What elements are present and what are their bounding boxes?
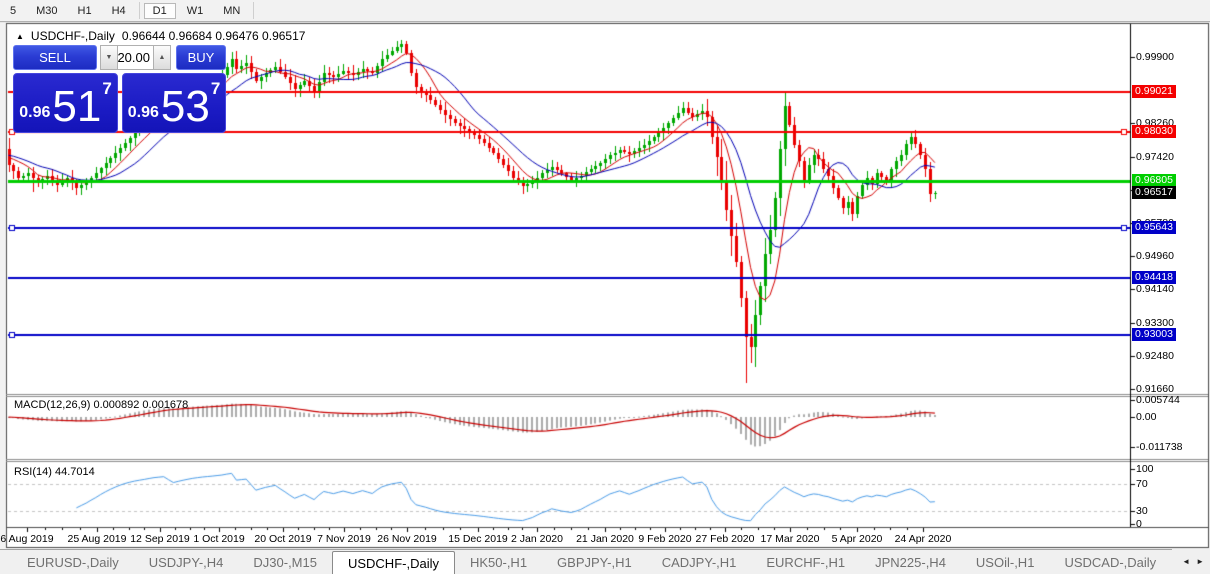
chart-tab-usdcad-daily[interactable]: USDCAD-,Daily xyxy=(1049,550,1171,574)
price-tick-label: 0.99900 xyxy=(1136,51,1174,63)
tab-scroll-arrows: ◄ ► xyxy=(1172,549,1210,574)
level-price-label[interactable]: 0.94418 xyxy=(1132,271,1176,284)
macd-scale-label: 0.005744 xyxy=(1136,394,1180,406)
date-tick-label: 9 Feb 2020 xyxy=(638,533,691,545)
chart-tab-bar: EURUSD-,DailyUSDJPY-,H4DJ30-,M15USDCHF-,… xyxy=(0,549,1210,574)
chart-tab-usoil-h1[interactable]: USOil-,H1 xyxy=(961,550,1050,574)
chart-tab-eurchf-h1[interactable]: EURCHF-,H1 xyxy=(751,550,860,574)
chart-tab-eurusd-daily[interactable]: EURUSD-,Daily xyxy=(12,550,134,574)
date-tick-label: 21 Jan 2020 xyxy=(576,533,634,545)
level-price-label[interactable]: 0.93003 xyxy=(1132,328,1176,341)
chart-title: USDCHF-,Daily xyxy=(31,29,115,43)
date-tick-label: 2 Jan 2020 xyxy=(511,533,563,545)
macd-scale-label: 0.00 xyxy=(1136,411,1156,423)
timeframe-button-W1[interactable]: W1 xyxy=(178,3,213,19)
price-tick-label: 0.97420 xyxy=(1136,151,1174,163)
date-tick-label: 7 Nov 2019 xyxy=(317,533,371,545)
timeframe-button-H4[interactable]: H4 xyxy=(103,3,135,19)
collapse-triangle-icon[interactable]: ▲ xyxy=(16,32,24,41)
chart-header: ▲ USDCHF-,Daily 0.96644 0.96684 0.96476 … xyxy=(16,29,305,43)
sell-price-big-digits: 51 xyxy=(52,89,101,125)
chart-ohlc-values: 0.96644 0.96684 0.96476 0.96517 xyxy=(122,29,306,43)
rsi-indicator-label: RSI(14) 44.7014 xyxy=(14,466,95,478)
date-tick-label: 5 Apr 2020 xyxy=(832,533,883,545)
volume-stepper: ▼ 20.00 ▲ xyxy=(100,45,171,70)
price-tick-label: 0.94960 xyxy=(1136,250,1174,262)
volume-increase-button[interactable]: ▲ xyxy=(153,45,171,70)
buy-price-prefix: 0.96 xyxy=(128,104,159,122)
date-tick-label: 12 Sep 2019 xyxy=(130,533,190,545)
date-tick-label: 27 Feb 2020 xyxy=(696,533,755,545)
timeframe-toolbar: 5M30H1H4 D1W1MN xyxy=(0,0,1210,21)
date-tick-label: 15 Dec 2019 xyxy=(448,533,508,545)
timeframe-button-D1[interactable]: D1 xyxy=(144,3,176,19)
sell-price-display[interactable]: 0.96 51 7 xyxy=(13,73,118,133)
timeframe-button-H1[interactable]: H1 xyxy=(69,3,101,19)
sell-button[interactable]: SELL xyxy=(13,45,97,70)
toolbar-separator xyxy=(253,2,254,19)
chart-tab-hk50-h1[interactable]: HK50-,H1 xyxy=(455,550,542,574)
tabs-scroll-left-icon[interactable]: ◄ xyxy=(1182,557,1190,566)
chart-tab-cadjpy-h1[interactable]: CADJPY-,H1 xyxy=(647,550,752,574)
level-price-label[interactable]: 0.95643 xyxy=(1132,221,1176,234)
macd-indicator-label: MACD(12,26,9) 0.000892 0.001678 xyxy=(14,399,188,411)
buy-price-big-digits: 53 xyxy=(161,89,210,125)
date-tick-label: 17 Mar 2020 xyxy=(761,533,820,545)
mt4-workspace: { "toolbar": { "items": ["5", "M30", "H1… xyxy=(0,0,1210,574)
rsi-scale-label: 0 xyxy=(1136,518,1142,530)
chart-tab-usdjpy-h4[interactable]: USDJPY-,H4 xyxy=(134,550,239,574)
current-price-label: 0.96517 xyxy=(1132,186,1176,199)
tabs-scroll-right-icon[interactable]: ► xyxy=(1196,557,1204,566)
buy-price-display[interactable]: 0.96 53 7 xyxy=(122,73,226,133)
buy-price-pip-digit: 7 xyxy=(211,79,220,99)
volume-input[interactable]: 20.00 xyxy=(118,45,153,70)
chart-tab-gbpjpy-h1[interactable]: GBPJPY-,H1 xyxy=(542,550,647,574)
buy-button[interactable]: BUY xyxy=(176,45,226,70)
timeframe-button-5[interactable]: 5 xyxy=(1,3,25,19)
level-price-label[interactable]: 0.98030 xyxy=(1132,125,1176,138)
chart-tab-dj30-m15[interactable]: DJ30-,M15 xyxy=(238,550,332,574)
date-tick-label: 20 Oct 2019 xyxy=(254,533,311,545)
level-price-label[interactable]: 0.99021 xyxy=(1132,85,1176,98)
date-tick-label: 1 Oct 2019 xyxy=(193,533,244,545)
date-tick-label: 26 Nov 2019 xyxy=(377,533,437,545)
chart-tab-usdchf-daily[interactable]: USDCHF-,Daily xyxy=(332,551,455,574)
price-tick-label: 0.92480 xyxy=(1136,350,1174,362)
rsi-scale-label: 30 xyxy=(1136,505,1148,517)
date-tick-label: 25 Aug 2019 xyxy=(68,533,127,545)
timeframe-button-M30[interactable]: M30 xyxy=(27,3,66,19)
price-tick-label: 0.94140 xyxy=(1136,283,1174,295)
rsi-scale-label: 70 xyxy=(1136,478,1148,490)
volume-decrease-button[interactable]: ▼ xyxy=(100,45,118,70)
timeframe-button-MN[interactable]: MN xyxy=(214,3,249,19)
sell-price-pip-digit: 7 xyxy=(102,79,111,99)
sell-price-prefix: 0.96 xyxy=(19,104,50,122)
rsi-scale-label: 100 xyxy=(1136,463,1154,475)
date-tick-label: 24 Apr 2020 xyxy=(895,533,952,545)
macd-scale-label: -0.011738 xyxy=(1136,441,1183,453)
date-tick-label: 6 Aug 2019 xyxy=(0,533,53,545)
chart-tab-jpn225-h4[interactable]: JPN225-,H4 xyxy=(860,550,961,574)
one-click-trading-panel: SELL ▼ 20.00 ▲ BUY 0.96 51 7 0.96 53 7 xyxy=(13,45,226,133)
toolbar-separator xyxy=(139,2,140,19)
